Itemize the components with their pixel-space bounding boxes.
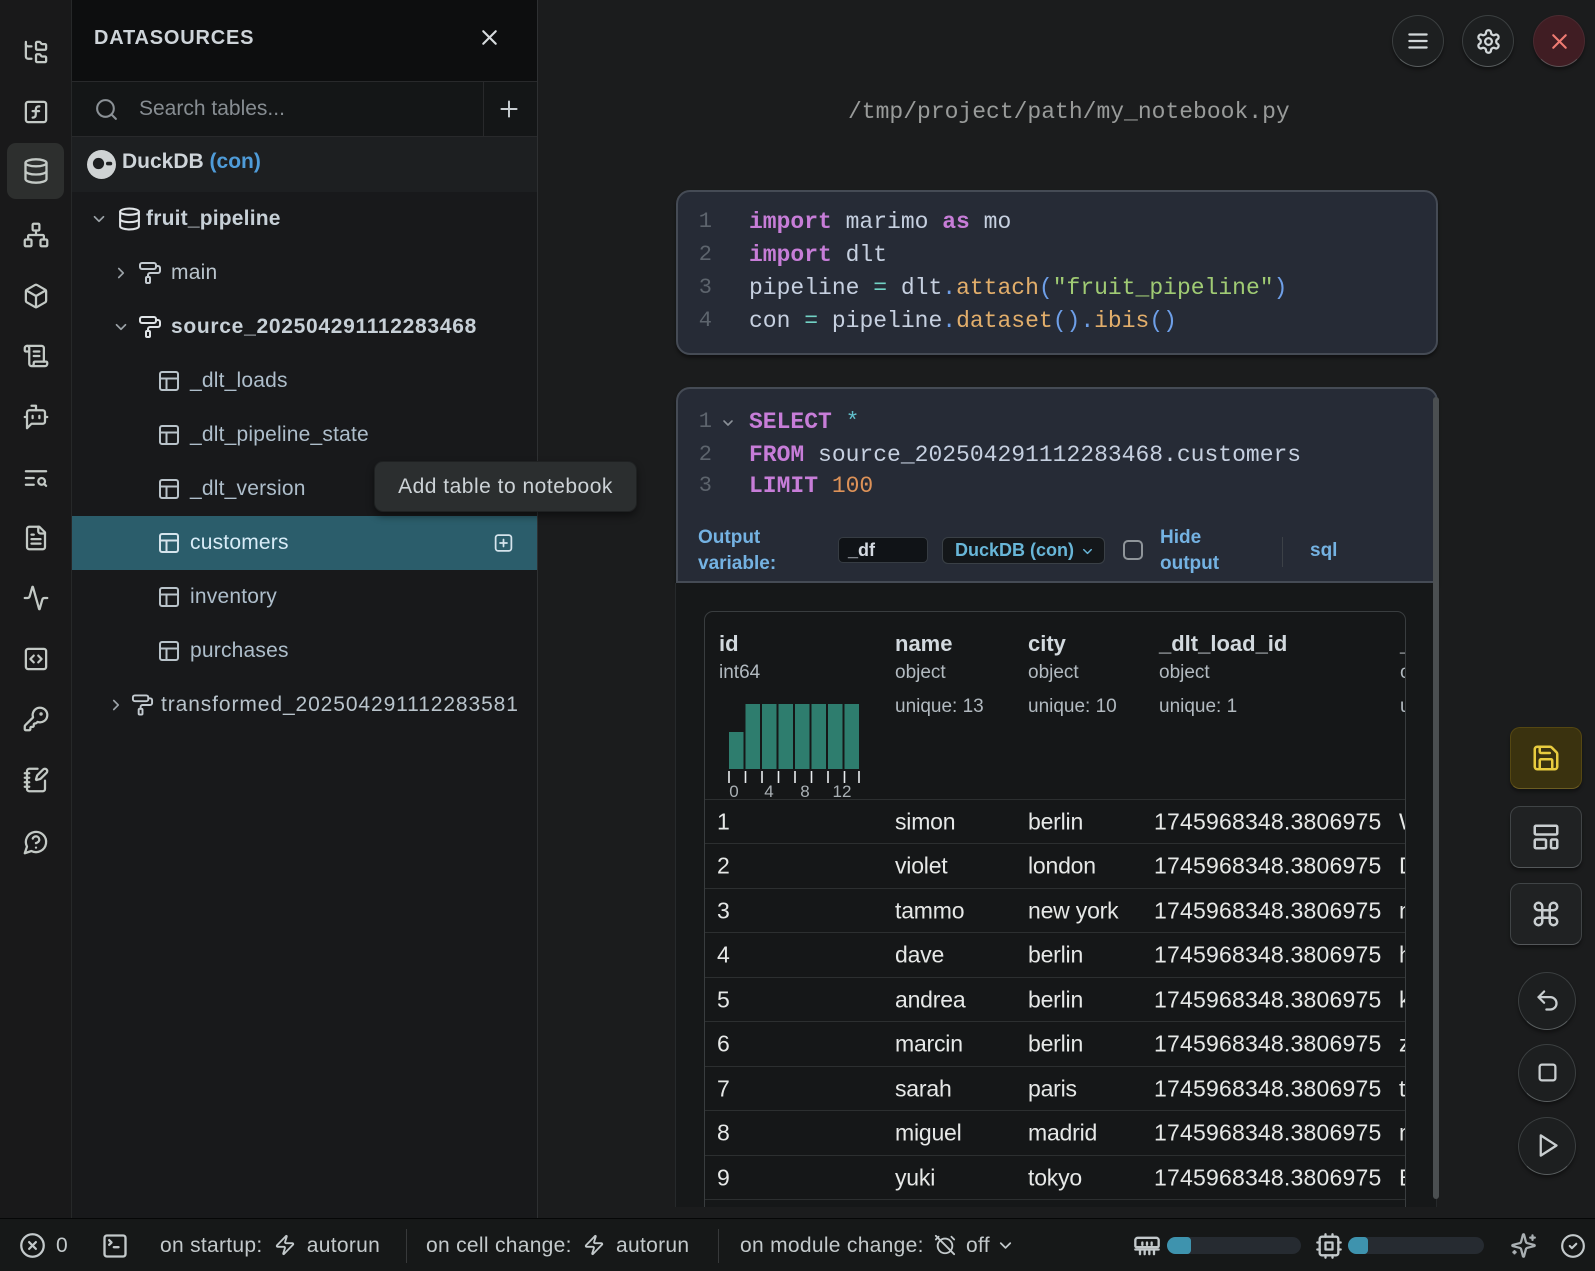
svg-text:0: 0 (729, 782, 738, 800)
svg-text:4: 4 (764, 782, 773, 800)
svg-text:8: 8 (800, 782, 809, 800)
svg-text:12: 12 (833, 782, 852, 800)
